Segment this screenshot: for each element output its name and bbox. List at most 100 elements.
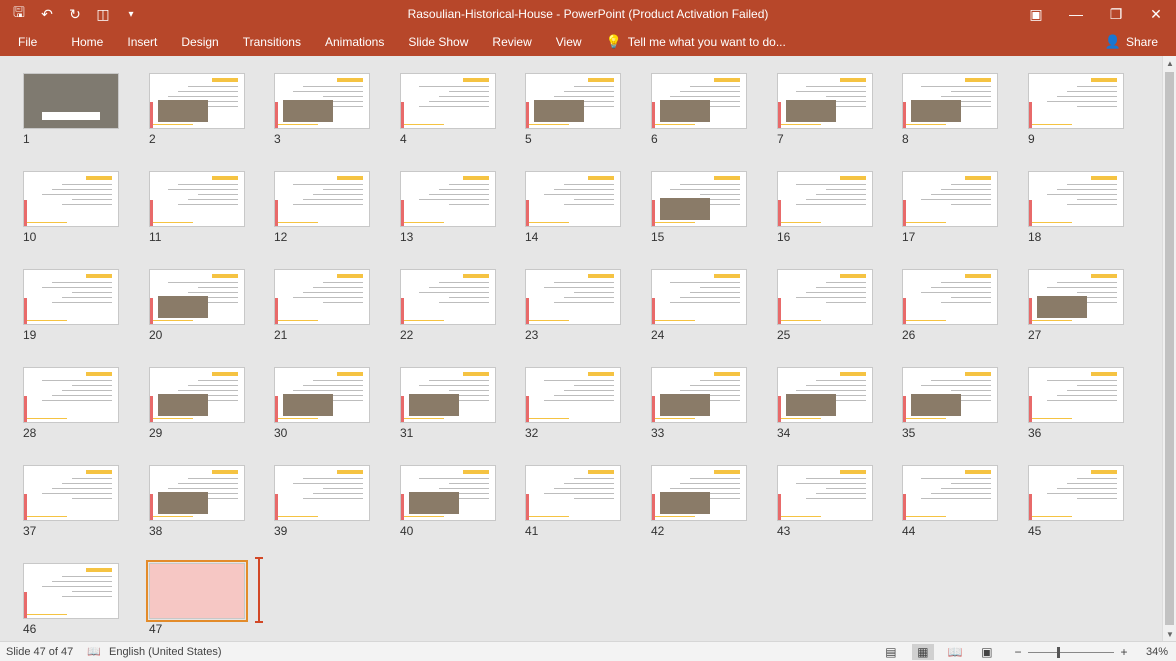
slide-thumbnail[interactable] [651,171,747,227]
slide-thumbnail[interactable] [149,171,245,227]
tab-design[interactable]: Design [169,28,230,56]
slide-thumbnail[interactable] [400,171,496,227]
slide-thumbnail[interactable] [777,465,873,521]
slide-thumbnail[interactable] [777,367,873,423]
reading-view-icon[interactable]: 📖 [944,644,966,660]
spellcheck-icon[interactable]: 📖 [87,645,101,658]
slide-thumbnail[interactable] [274,367,370,423]
slide-thumbnail[interactable] [525,367,621,423]
customize-qat-icon[interactable]: ▾ [120,3,142,25]
scroll-down-icon[interactable]: ▼ [1163,627,1176,641]
ribbon-tabs: File Home Insert Design Transitions Anim… [0,28,1176,56]
window-title: Rasoulian-Historical-House - PowerPoint … [407,7,769,21]
slide-thumbnail[interactable] [400,73,496,129]
slide-thumbnail[interactable] [902,269,998,325]
slide-preview [150,270,244,324]
slide-thumbnail[interactable] [902,73,998,129]
tab-slide-show[interactable]: Slide Show [396,28,480,56]
slide-number: 32 [525,426,539,440]
slide-preview [1029,270,1123,324]
slide-number: 13 [400,230,414,244]
slide-preview [778,270,872,324]
slide-number: 30 [274,426,288,440]
vertical-scrollbar[interactable]: ▲ ▼ [1162,56,1176,641]
tab-animations[interactable]: Animations [313,28,396,56]
restore-icon[interactable]: ❐ [1096,0,1136,28]
slide-thumbnail[interactable] [1028,171,1124,227]
slide-thumbnail[interactable] [1028,367,1124,423]
language-label[interactable]: English (United States) [109,646,222,658]
slide-number: 24 [651,328,665,342]
slide-thumbnail[interactable] [777,73,873,129]
slide-thumbnail[interactable] [525,73,621,129]
slide-thumbnail[interactable] [274,171,370,227]
slide-thumbnail[interactable] [146,560,248,622]
zoom-level[interactable]: 34% [1146,646,1168,658]
slide-thumbnail[interactable] [149,465,245,521]
slide-thumbnail[interactable] [777,171,873,227]
zoom-out-icon[interactable]: − [1012,645,1024,659]
slide-sorter-view-icon[interactable]: ▦ [911,644,934,660]
slide-thumbnail[interactable] [23,269,119,325]
tell-me-box[interactable]: 💡 Tell me what you want to do... [594,28,786,56]
slide-number: 42 [651,524,665,538]
slide-thumbnail[interactable] [651,73,747,129]
close-icon[interactable]: ✕ [1136,0,1176,28]
scroll-thumb[interactable] [1165,72,1174,625]
save-icon[interactable]: 🖫 [8,3,30,25]
slide-thumbnail[interactable] [23,171,119,227]
slide-thumbnail[interactable] [1028,73,1124,129]
slide-thumbnail[interactable] [274,73,370,129]
slide-thumbnail[interactable] [651,465,747,521]
slide-thumbnail[interactable] [525,269,621,325]
tab-insert[interactable]: Insert [115,28,169,56]
tab-review[interactable]: Review [480,28,543,56]
slide-thumbnail[interactable] [902,367,998,423]
slide-thumbnail[interactable] [525,171,621,227]
tab-transitions[interactable]: Transitions [231,28,313,56]
tab-view[interactable]: View [544,28,594,56]
slide-thumbnail[interactable] [149,269,245,325]
share-button[interactable]: 👤 Share [1105,28,1158,56]
slide-number: 8 [902,132,909,146]
slide-thumbnail[interactable] [23,73,119,129]
slide-thumbnail[interactable] [651,367,747,423]
slide-thumbnail[interactable] [400,269,496,325]
slide-number: 26 [902,328,916,342]
slide-number: 11 [149,230,162,244]
slide-thumbnail[interactable] [651,269,747,325]
normal-view-icon[interactable]: ▤ [880,644,902,660]
slide-thumbnail[interactable] [149,73,245,129]
zoom-in-icon[interactable]: + [1118,645,1130,659]
tab-home[interactable]: Home [59,28,115,56]
slide-thumbnail[interactable] [23,367,119,423]
slide-thumbnail[interactable] [274,269,370,325]
tab-file[interactable]: File [0,28,59,56]
zoom-slider-thumb[interactable] [1056,646,1060,658]
scroll-up-icon[interactable]: ▲ [1163,56,1176,70]
slide-thumbnail[interactable] [23,465,119,521]
minimize-icon[interactable]: — [1056,0,1096,28]
slide-preview [903,466,997,520]
ribbon-display-options-icon[interactable]: ▣ [1016,0,1056,28]
slide-thumbnail[interactable] [149,367,245,423]
zoom-slider[interactable] [1027,646,1114,658]
slide-thumbnail[interactable] [777,269,873,325]
slide-thumbnail[interactable] [274,465,370,521]
slide-thumbnail[interactable] [902,171,998,227]
slide-preview [150,74,244,128]
slide-info: Slide 47 of 47 [6,645,74,658]
slide-show-view-icon[interactable]: ▣ [976,644,998,660]
undo-icon[interactable]: ↶ [36,3,58,25]
slide-thumbnail[interactable] [1028,465,1124,521]
slide-preview [1029,466,1123,520]
slide-thumbnail[interactable] [525,465,621,521]
slide-thumbnail[interactable] [23,563,119,619]
slide-thumbnail[interactable] [400,465,496,521]
slide-thumbnail[interactable] [1028,269,1124,325]
slide-thumbnail[interactable] [902,465,998,521]
slide-thumbnail[interactable] [400,367,496,423]
redo-icon[interactable]: ↻ [64,3,86,25]
slide-preview [903,74,997,128]
start-from-beginning-icon[interactable]: ◫ [92,3,114,25]
